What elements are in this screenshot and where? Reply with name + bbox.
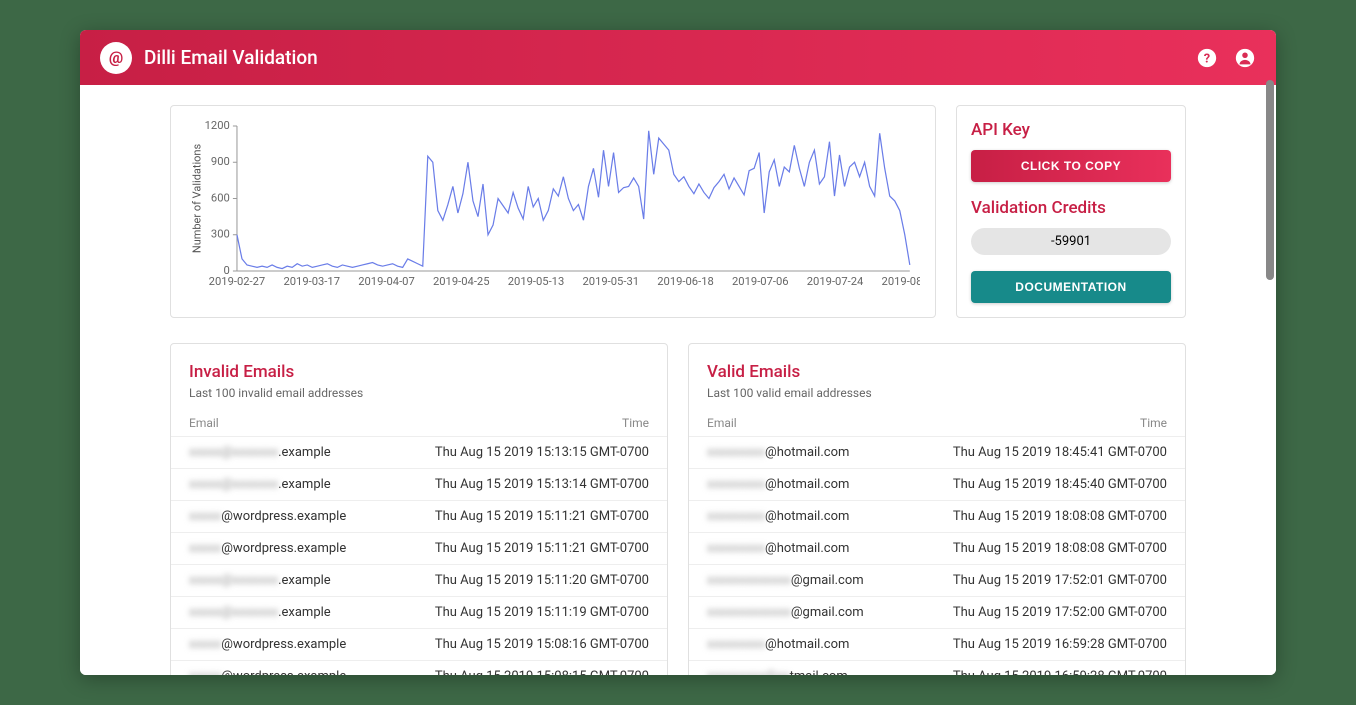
svg-text:2019-03-17: 2019-03-17 bbox=[283, 275, 340, 288]
svg-text:1200: 1200 bbox=[205, 119, 230, 132]
invalid-emails-card: Invalid Emails Last 100 invalid email ad… bbox=[170, 343, 668, 675]
email-cell: xxxxx@wordpress.example bbox=[189, 669, 435, 675]
time-cell: Thu Aug 15 2019 15:11:19 GMT-0700 bbox=[435, 605, 649, 620]
table-row: xxxxxxxxx@hotmail.comThu Aug 15 2019 18:… bbox=[689, 500, 1185, 532]
svg-text:2019-04-25: 2019-04-25 bbox=[433, 275, 490, 288]
app-logo: @ bbox=[100, 42, 132, 74]
email-cell: xxxxxxxxxxxxx@gmail.com bbox=[707, 573, 953, 588]
svg-text:2019-05-13: 2019-05-13 bbox=[508, 275, 565, 288]
email-cell: xxxxxxxxx@hotmail.com bbox=[707, 477, 953, 492]
col-header-email: Email bbox=[189, 416, 622, 430]
svg-text:2019-02-27: 2019-02-27 bbox=[209, 275, 266, 288]
help-icon[interactable]: ? bbox=[1196, 47, 1218, 69]
table-row: xxxxxxxxx@hotmail.comThu Aug 15 2019 18:… bbox=[689, 532, 1185, 564]
svg-text:?: ? bbox=[1204, 51, 1210, 66]
svg-text:Number of Validations: Number of Validations bbox=[190, 144, 203, 254]
svg-text:2019-07-06: 2019-07-06 bbox=[732, 275, 789, 288]
email-cell: xxxxx@wordpress.example bbox=[189, 541, 435, 556]
time-cell: Thu Aug 15 2019 17:52:00 GMT-0700 bbox=[953, 605, 1167, 620]
svg-text:2019-07-24: 2019-07-24 bbox=[807, 275, 864, 288]
email-cell: xxxxx@xxxxxxx.example bbox=[189, 605, 435, 620]
svg-text:2019-06-18: 2019-06-18 bbox=[657, 275, 714, 288]
time-cell: Thu Aug 15 2019 15:08:15 GMT-0700 bbox=[435, 669, 649, 675]
email-cell: xxxxx@xxxxxxx.example bbox=[189, 573, 435, 588]
table-row: xxxxx@xxxxxxx.exampleThu Aug 15 2019 15:… bbox=[171, 596, 667, 628]
side-panel: API Key CLICK TO COPY Validation Credits… bbox=[956, 105, 1186, 318]
email-cell: xxxxx@wordpress.example bbox=[189, 509, 435, 524]
table-row: xxxxxxxxxxxxx@gmail.comThu Aug 15 2019 1… bbox=[689, 564, 1185, 596]
credits-title: Validation Credits bbox=[971, 198, 1171, 218]
time-cell: Thu Aug 15 2019 16:59:28 GMT-0700 bbox=[953, 669, 1167, 675]
content: 03006009001200Number of Validations2019-… bbox=[80, 85, 1276, 675]
table-row: xxxxxxxxx@hotmail.comThu Aug 15 2019 16:… bbox=[689, 628, 1185, 660]
topbar: @ Dilli Email Validation ? bbox=[80, 30, 1276, 85]
table-row: xxxxxxxxxxxxx@gmail.comThu Aug 15 2019 1… bbox=[689, 596, 1185, 628]
table-row: xxxxx@wordpress.exampleThu Aug 15 2019 1… bbox=[171, 660, 667, 675]
table-row: xxxxx@xxxxxxx.exampleThu Aug 15 2019 15:… bbox=[171, 436, 667, 468]
time-cell: Thu Aug 15 2019 15:08:16 GMT-0700 bbox=[435, 637, 649, 652]
email-cell: xxxxxxxxx@hotmail.com bbox=[707, 637, 953, 652]
time-cell: Thu Aug 15 2019 18:45:40 GMT-0700 bbox=[953, 477, 1167, 492]
email-cell: xxxxx@xxxxxxx.example bbox=[189, 477, 435, 492]
valid-title: Valid Emails bbox=[689, 362, 1185, 382]
credits-value: -59901 bbox=[971, 228, 1171, 255]
email-cell: xxxxxxxxx@hotmail.com bbox=[707, 541, 953, 556]
col-header-time: Time bbox=[1140, 416, 1167, 430]
table-row: xxxxx@wordpress.exampleThu Aug 15 2019 1… bbox=[171, 532, 667, 564]
time-cell: Thu Aug 15 2019 18:08:08 GMT-0700 bbox=[953, 509, 1167, 524]
table-row: xxxxx@wordpress.exampleThu Aug 15 2019 1… bbox=[171, 628, 667, 660]
time-cell: Thu Aug 15 2019 17:52:01 GMT-0700 bbox=[953, 573, 1167, 588]
table-row: xxxxxxxxx@hotmail.comThu Aug 15 2019 18:… bbox=[689, 468, 1185, 500]
valid-subtitle: Last 100 valid email addresses bbox=[689, 386, 1185, 410]
col-header-time: Time bbox=[622, 416, 649, 430]
copy-api-key-button[interactable]: CLICK TO COPY bbox=[971, 150, 1171, 182]
svg-text:2019-04-07: 2019-04-07 bbox=[358, 275, 415, 288]
email-cell: xxxxx@xxxxxxx.example bbox=[189, 445, 435, 460]
svg-text:300: 300 bbox=[211, 228, 230, 241]
time-cell: Thu Aug 15 2019 16:59:28 GMT-0700 bbox=[953, 637, 1167, 652]
svg-text:2019-05-31: 2019-05-31 bbox=[582, 275, 639, 288]
svg-text:600: 600 bbox=[211, 192, 230, 205]
table-row: xxxxx@xxxxxxx.exampleThu Aug 15 2019 15:… bbox=[171, 468, 667, 500]
documentation-button[interactable]: DOCUMENTATION bbox=[971, 271, 1171, 303]
invalid-title: Invalid Emails bbox=[171, 362, 667, 382]
app-window: @ Dilli Email Validation ? 0300600900120… bbox=[80, 30, 1276, 675]
email-cell: xxxxxxxxx@xxtmail.com bbox=[707, 669, 953, 675]
app-title: Dilli Email Validation bbox=[144, 46, 1196, 69]
api-key-title: API Key bbox=[971, 120, 1171, 140]
scrollbar[interactable] bbox=[1266, 80, 1274, 280]
time-cell: Thu Aug 15 2019 18:08:08 GMT-0700 bbox=[953, 541, 1167, 556]
valid-emails-card: Valid Emails Last 100 valid email addres… bbox=[688, 343, 1186, 675]
validations-chart: 03006009001200Number of Validations2019-… bbox=[170, 105, 936, 318]
email-cell: xxxxxxxxxxxxx@gmail.com bbox=[707, 605, 953, 620]
col-header-email: Email bbox=[707, 416, 1140, 430]
time-cell: Thu Aug 15 2019 15:11:21 GMT-0700 bbox=[435, 509, 649, 524]
email-cell: xxxxx@wordpress.example bbox=[189, 637, 435, 652]
time-cell: Thu Aug 15 2019 18:45:41 GMT-0700 bbox=[953, 445, 1167, 460]
email-cell: xxxxxxxxx@hotmail.com bbox=[707, 509, 953, 524]
time-cell: Thu Aug 15 2019 15:11:21 GMT-0700 bbox=[435, 541, 649, 556]
table-row: xxxxxxxxx@xxtmail.comThu Aug 15 2019 16:… bbox=[689, 660, 1185, 675]
table-row: xxxxx@xxxxxxx.exampleThu Aug 15 2019 15:… bbox=[171, 564, 667, 596]
table-row: xxxxx@wordpress.exampleThu Aug 15 2019 1… bbox=[171, 500, 667, 532]
svg-text:2019-08-16: 2019-08-16 bbox=[882, 275, 920, 288]
account-icon[interactable] bbox=[1234, 47, 1256, 69]
time-cell: Thu Aug 15 2019 15:13:15 GMT-0700 bbox=[435, 445, 649, 460]
time-cell: Thu Aug 15 2019 15:13:14 GMT-0700 bbox=[435, 477, 649, 492]
table-row: xxxxxxxxx@hotmail.comThu Aug 15 2019 18:… bbox=[689, 436, 1185, 468]
time-cell: Thu Aug 15 2019 15:11:20 GMT-0700 bbox=[435, 573, 649, 588]
email-cell: xxxxxxxxx@hotmail.com bbox=[707, 445, 953, 460]
svg-text:900: 900 bbox=[211, 155, 230, 168]
invalid-subtitle: Last 100 invalid email addresses bbox=[171, 386, 667, 410]
